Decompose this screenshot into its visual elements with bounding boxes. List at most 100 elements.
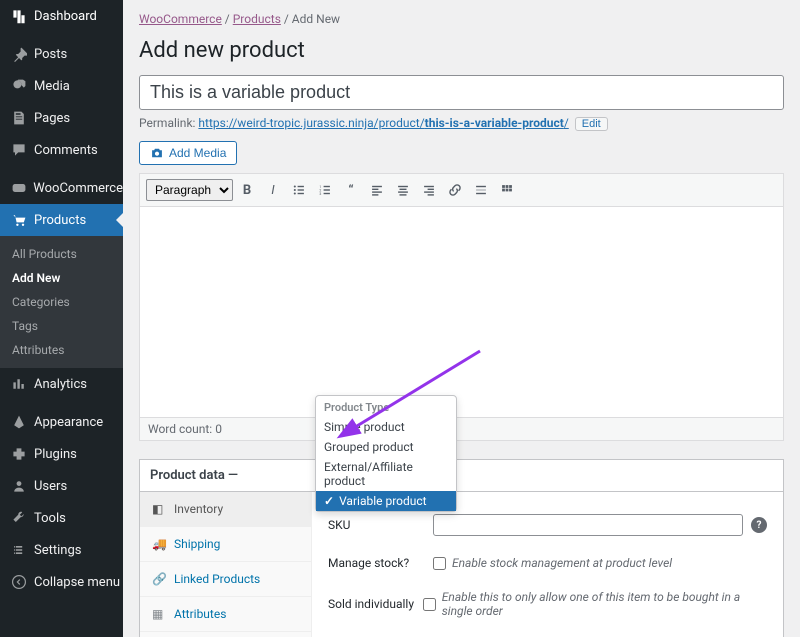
blockquote-icon[interactable]: “ <box>339 178 363 202</box>
permalink-link[interactable]: https://weird-tropic.jurassic.ninja/prod… <box>198 116 568 130</box>
product-data-metabox: Product data — ◧Inventory 🚚Shipping 🔗Lin… <box>139 459 784 637</box>
editor-toolbar: Paragraph B I 123 “ <box>140 174 783 207</box>
product-title-input[interactable] <box>139 75 784 110</box>
permalink-edit-button[interactable]: Edit <box>575 117 608 131</box>
sidebar-label: Posts <box>34 47 67 62</box>
pin-icon <box>10 45 28 63</box>
breadcrumb-current: Add New <box>292 12 340 26</box>
tab-linked-products[interactable]: 🔗Linked Products <box>140 562 311 597</box>
sidebar-label: Appearance <box>34 415 103 430</box>
sku-label: SKU <box>328 518 433 532</box>
word-count: Word count: 0 <box>140 417 783 440</box>
sidebar-label: Tools <box>34 511 66 526</box>
tools-icon <box>10 509 28 527</box>
manage-stock-row: Manage stock? Enable stock management at… <box>328 546 767 580</box>
align-right-icon[interactable] <box>417 178 441 202</box>
plugins-icon <box>10 445 28 463</box>
link-icon: 🔗 <box>152 572 166 586</box>
sku-input[interactable] <box>433 514 743 536</box>
submenu-add-new[interactable]: Add New <box>0 266 123 290</box>
sidebar-item-posts[interactable]: Posts <box>0 38 123 70</box>
sold-individually-hint: Enable this to only allow one of this it… <box>442 590 767 618</box>
option-simple-product[interactable]: Simple product <box>316 417 456 437</box>
sidebar-item-products[interactable]: Products <box>0 204 123 236</box>
sidebar-item-appearance[interactable]: Appearance <box>0 406 123 438</box>
tab-variations[interactable]: ▤Variations <box>140 632 311 637</box>
align-left-icon[interactable] <box>365 178 389 202</box>
option-grouped-product[interactable]: Grouped product <box>316 437 456 457</box>
page-title: Add new product <box>139 32 784 75</box>
product-type-dropdown[interactable]: Product Type Simple product Grouped prod… <box>315 395 457 512</box>
submenu-categories[interactable]: Categories <box>0 290 123 314</box>
sidebar-item-analytics[interactable]: Analytics <box>0 368 123 400</box>
breadcrumb-woocommerce[interactable]: WooCommerce <box>139 12 222 26</box>
sidebar-label: Media <box>34 79 70 94</box>
sidebar-item-plugins[interactable]: Plugins <box>0 438 123 470</box>
attributes-icon: ▦ <box>152 607 166 621</box>
camera-icon <box>150 146 164 160</box>
dashboard-icon <box>10 7 28 25</box>
paragraph-select[interactable]: Paragraph <box>146 179 233 201</box>
inventory-icon: ◧ <box>152 502 166 516</box>
wysiwyg-editor: Paragraph B I 123 “ Word count: 0 <box>139 173 784 441</box>
sidebar-label: Settings <box>34 543 81 558</box>
toolbar-toggle-icon[interactable] <box>495 178 519 202</box>
add-media-button[interactable]: Add Media <box>139 141 237 165</box>
appearance-icon <box>10 413 28 431</box>
tab-inventory[interactable]: ◧Inventory <box>140 492 311 527</box>
sidebar-label: Comments <box>34 143 98 158</box>
submenu-tags[interactable]: Tags <box>0 314 123 338</box>
editor-textarea[interactable] <box>140 207 783 417</box>
link-icon[interactable] <box>443 178 467 202</box>
media-icon <box>10 77 28 95</box>
product-data-header: Product data — <box>140 460 783 492</box>
cart-icon <box>10 211 28 229</box>
tab-shipping[interactable]: 🚚Shipping <box>140 527 311 562</box>
sidebar-label: Dashboard <box>34 9 97 24</box>
sidebar-item-users[interactable]: Users <box>0 470 123 502</box>
breadcrumb: WooCommerce / Products / Add New <box>139 0 784 32</box>
sidebar-submenu: All Products Add New Categories Tags Att… <box>0 236 123 368</box>
product-data-label: Product data — <box>150 468 238 483</box>
sidebar-item-settings[interactable]: Settings <box>0 534 123 566</box>
product-data-content: SKU ? Manage stock? Enable stock managem… <box>312 492 783 637</box>
sold-individually-checkbox[interactable] <box>423 598 436 611</box>
sidebar-label: Pages <box>34 111 70 126</box>
insert-more-icon[interactable] <box>469 178 493 202</box>
help-icon[interactable]: ? <box>751 517 767 533</box>
product-data-tabs: ◧Inventory 🚚Shipping 🔗Linked Products ▦A… <box>140 492 312 637</box>
sidebar-item-pages[interactable]: Pages <box>0 102 123 134</box>
sidebar-item-comments[interactable]: Comments <box>0 134 123 166</box>
permalink-label: Permalink: <box>139 116 195 130</box>
align-center-icon[interactable] <box>391 178 415 202</box>
option-external-product[interactable]: External/Affiliate product <box>316 457 456 491</box>
submenu-all-products[interactable]: All Products <box>0 242 123 266</box>
main-content: WooCommerce / Products / Add New Add new… <box>123 0 800 637</box>
sidebar-item-media[interactable]: Media <box>0 70 123 102</box>
collapse-icon <box>10 573 28 591</box>
sidebar-label: WooCommerce <box>33 181 123 196</box>
analytics-icon <box>10 375 28 393</box>
sidebar-item-tools[interactable]: Tools <box>0 502 123 534</box>
sidebar-collapse[interactable]: Collapse menu <box>0 566 123 598</box>
svg-text:3: 3 <box>319 192 321 196</box>
submenu-attributes[interactable]: Attributes <box>0 338 123 362</box>
sidebar-label: Users <box>34 479 67 494</box>
sidebar-item-dashboard[interactable]: Dashboard <box>0 0 123 32</box>
sidebar-label: Collapse menu <box>34 575 120 590</box>
number-list-icon[interactable]: 123 <box>313 178 337 202</box>
users-icon <box>10 477 28 495</box>
page-icon <box>10 109 28 127</box>
sold-individually-label: Sold individually <box>328 597 423 611</box>
tab-attributes[interactable]: ▦Attributes <box>140 597 311 632</box>
breadcrumb-products[interactable]: Products <box>233 12 281 26</box>
italic-icon[interactable]: I <box>261 178 285 202</box>
bullet-list-icon[interactable] <box>287 178 311 202</box>
sidebar-item-woocommerce[interactable]: WooCommerce <box>0 172 123 204</box>
bold-icon[interactable]: B <box>235 178 259 202</box>
option-variable-product[interactable]: Variable product <box>316 491 456 511</box>
permalink-row: Permalink: https://weird-tropic.jurassic… <box>139 110 784 141</box>
shipping-icon: 🚚 <box>152 537 166 551</box>
manage-stock-checkbox[interactable] <box>433 557 446 570</box>
comment-icon <box>10 141 28 159</box>
